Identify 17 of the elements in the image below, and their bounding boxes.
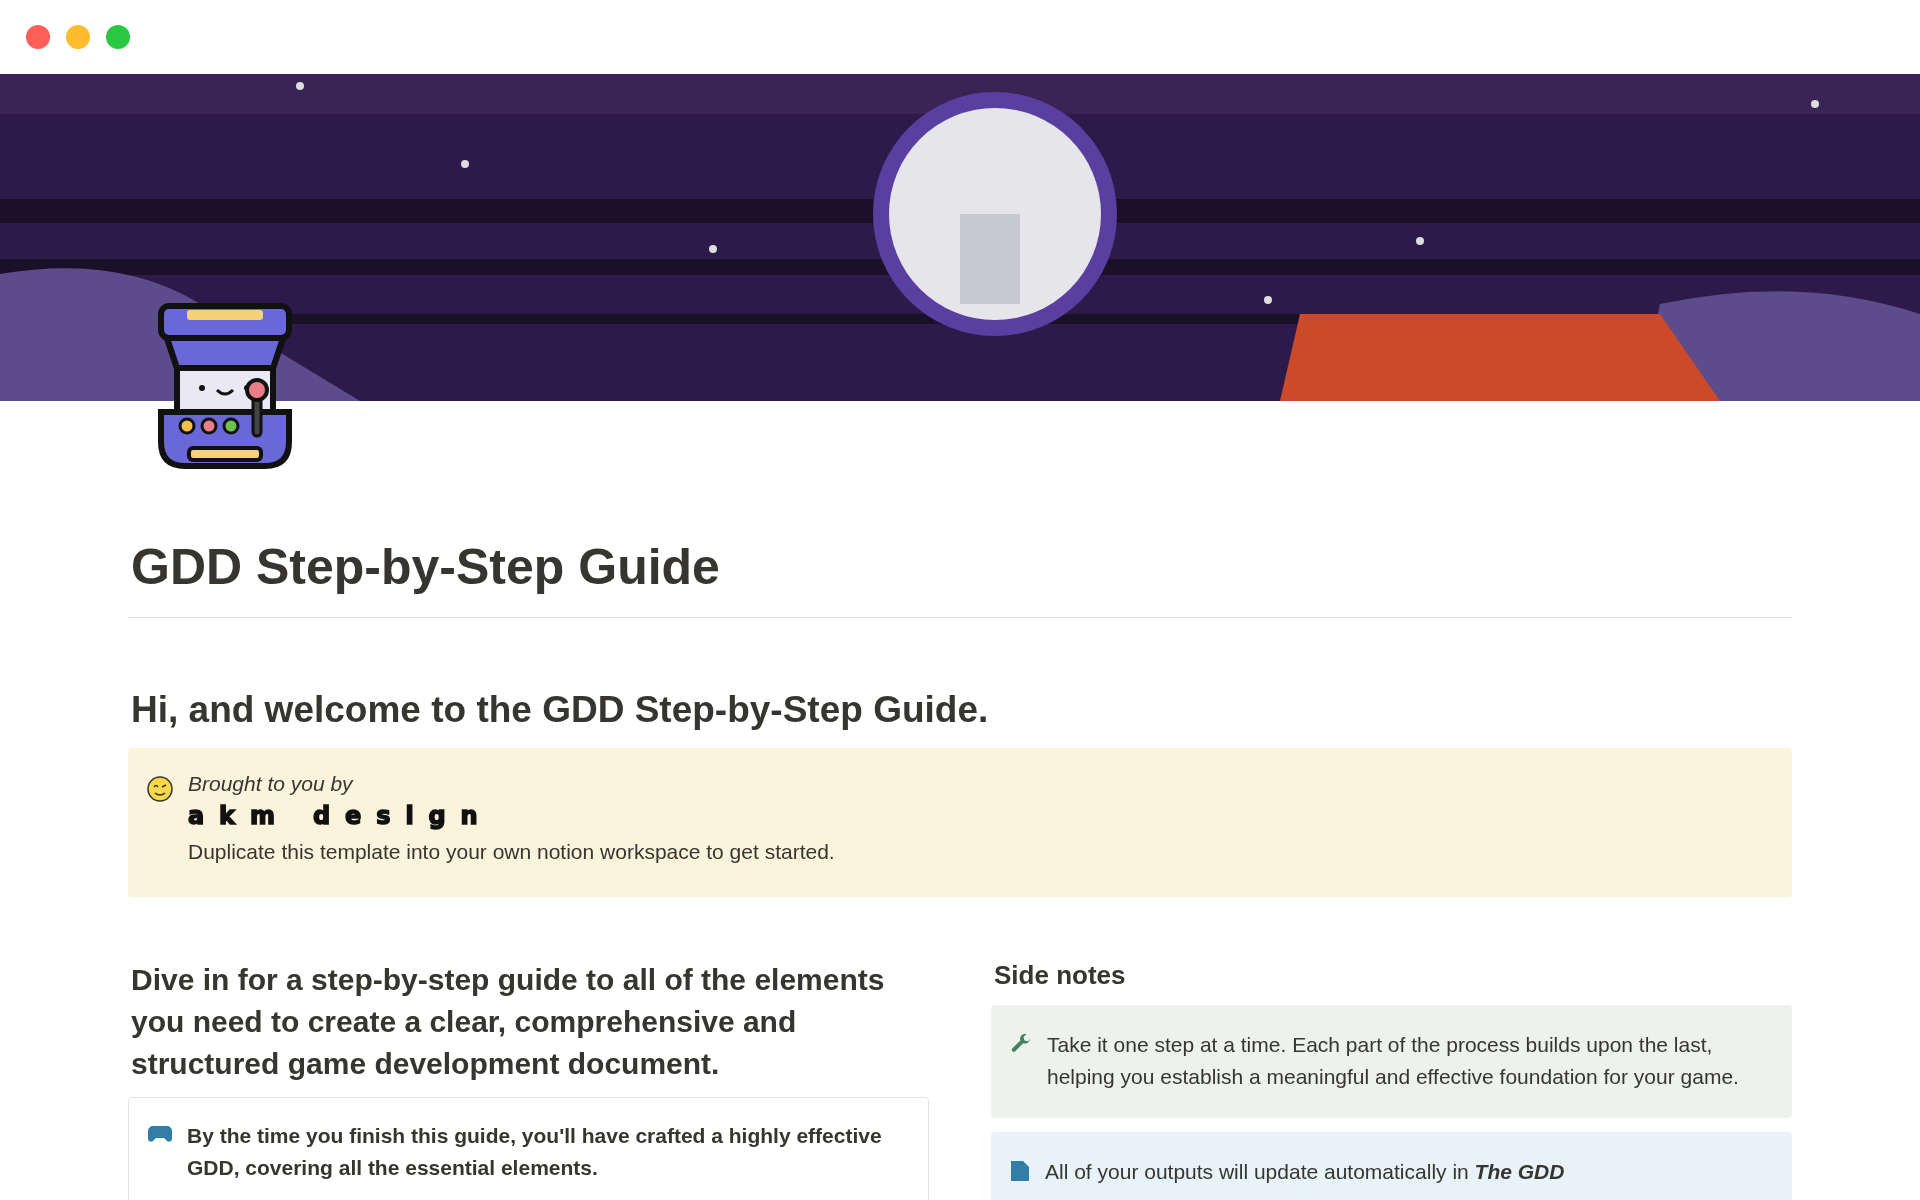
window-control[interactable] — [106, 25, 130, 49]
intro-heading: Dive in for a step-by-step guide to all of the elements you need to create a clear, comprehensive and structured game development document. — [131, 961, 886, 1082]
note-text: All of your outputs will update automatically in The GDD — [1045, 1158, 1565, 1185]
window-control[interactable] — [26, 25, 50, 49]
arcade-cabinet-icon — [157, 302, 293, 470]
gdd-link[interactable]: The GDD — [1474, 1159, 1565, 1183]
smiley-icon — [146, 775, 174, 804]
page-title: GDD Step-by-Step Guide — [131, 538, 721, 597]
credit-label: Brought to you by — [188, 772, 355, 797]
welcome-heading: Hi, and welcome to the GDD Step-by-Step Guide. — [131, 688, 990, 732]
intro-card-text: By the time you finish this guide, you'll have crafted a highly effective GDD, covering all the essential elements. — [187, 1122, 883, 1182]
note-text: Take it one step at a time. Each part of the process builds upon the last, helping you establish a meaningful and effective foundation for your game. — [1047, 1031, 1740, 1091]
brand-logo: akm design — [188, 802, 494, 831]
document-icon — [1009, 1158, 1031, 1183]
window-control[interactable] — [66, 25, 90, 49]
credit-text: Duplicate this template into your own notion workspace to get started. — [188, 839, 835, 866]
side-notes-heading: Side notes — [994, 958, 1127, 992]
